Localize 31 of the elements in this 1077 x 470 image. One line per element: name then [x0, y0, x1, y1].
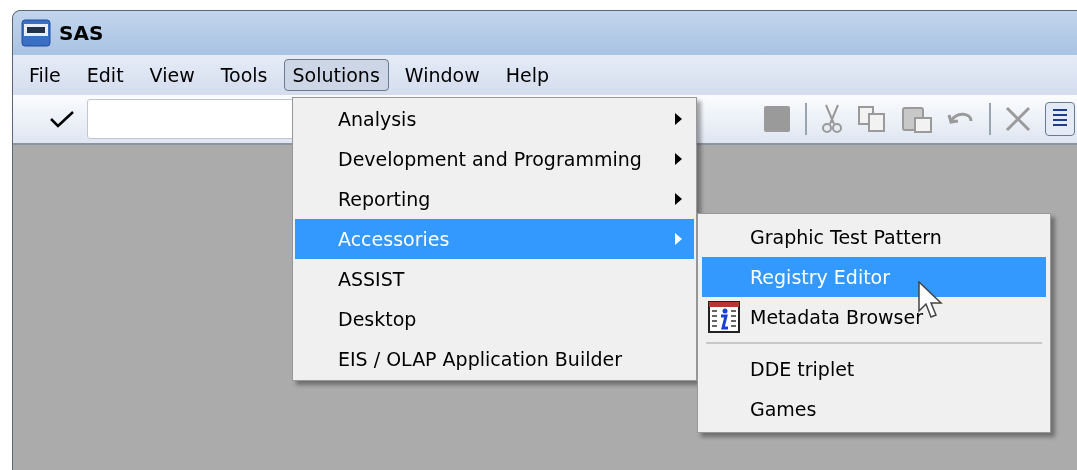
menu-item[interactable]: ASSIST [295, 259, 694, 299]
copy-icon[interactable] [857, 105, 887, 133]
menu-item[interactable]: EIS / OLAP Application Builder [295, 339, 694, 379]
submenu-arrow-icon [675, 233, 682, 245]
menu-bar-item[interactable]: Edit [76, 59, 134, 91]
menu-item[interactable]: Analysis [295, 99, 694, 139]
window-title: SAS [59, 20, 104, 47]
menu-bar-item[interactable]: File [19, 59, 71, 91]
stop-icon[interactable] [763, 105, 791, 133]
menu-item[interactable]: Desktop [295, 299, 694, 339]
info-document-icon [708, 301, 740, 333]
menu-bar-item[interactable]: Help [495, 59, 560, 91]
check-icon[interactable] [49, 109, 75, 129]
menu-item[interactable]: Graphic Test Pattern [702, 217, 1046, 257]
menu-item[interactable]: Metadata Browser [702, 297, 1046, 337]
delete-icon[interactable] [1005, 106, 1031, 132]
menu-item[interactable]: DDE triplet [702, 349, 1046, 389]
paste-icon[interactable] [901, 104, 933, 134]
menu-bar-item[interactable]: Window [394, 59, 490, 91]
menu-item[interactable]: Games [702, 389, 1046, 429]
toolbar-toggle-button[interactable] [1045, 102, 1075, 136]
submenu-arrow-icon [675, 153, 682, 165]
menu-item[interactable]: Development and Programming [295, 139, 694, 179]
menu-item[interactable]: Reporting [295, 179, 694, 219]
app-logo-icon [21, 19, 51, 47]
menu-bar-item[interactable]: Solutions [283, 59, 389, 91]
submenu-arrow-icon [675, 193, 682, 205]
menu-bar-item[interactable]: View [139, 59, 205, 91]
menu-bar-item[interactable]: Tools [210, 59, 278, 91]
submenu-arrow-icon [675, 113, 682, 125]
scissors-icon[interactable] [821, 104, 843, 134]
